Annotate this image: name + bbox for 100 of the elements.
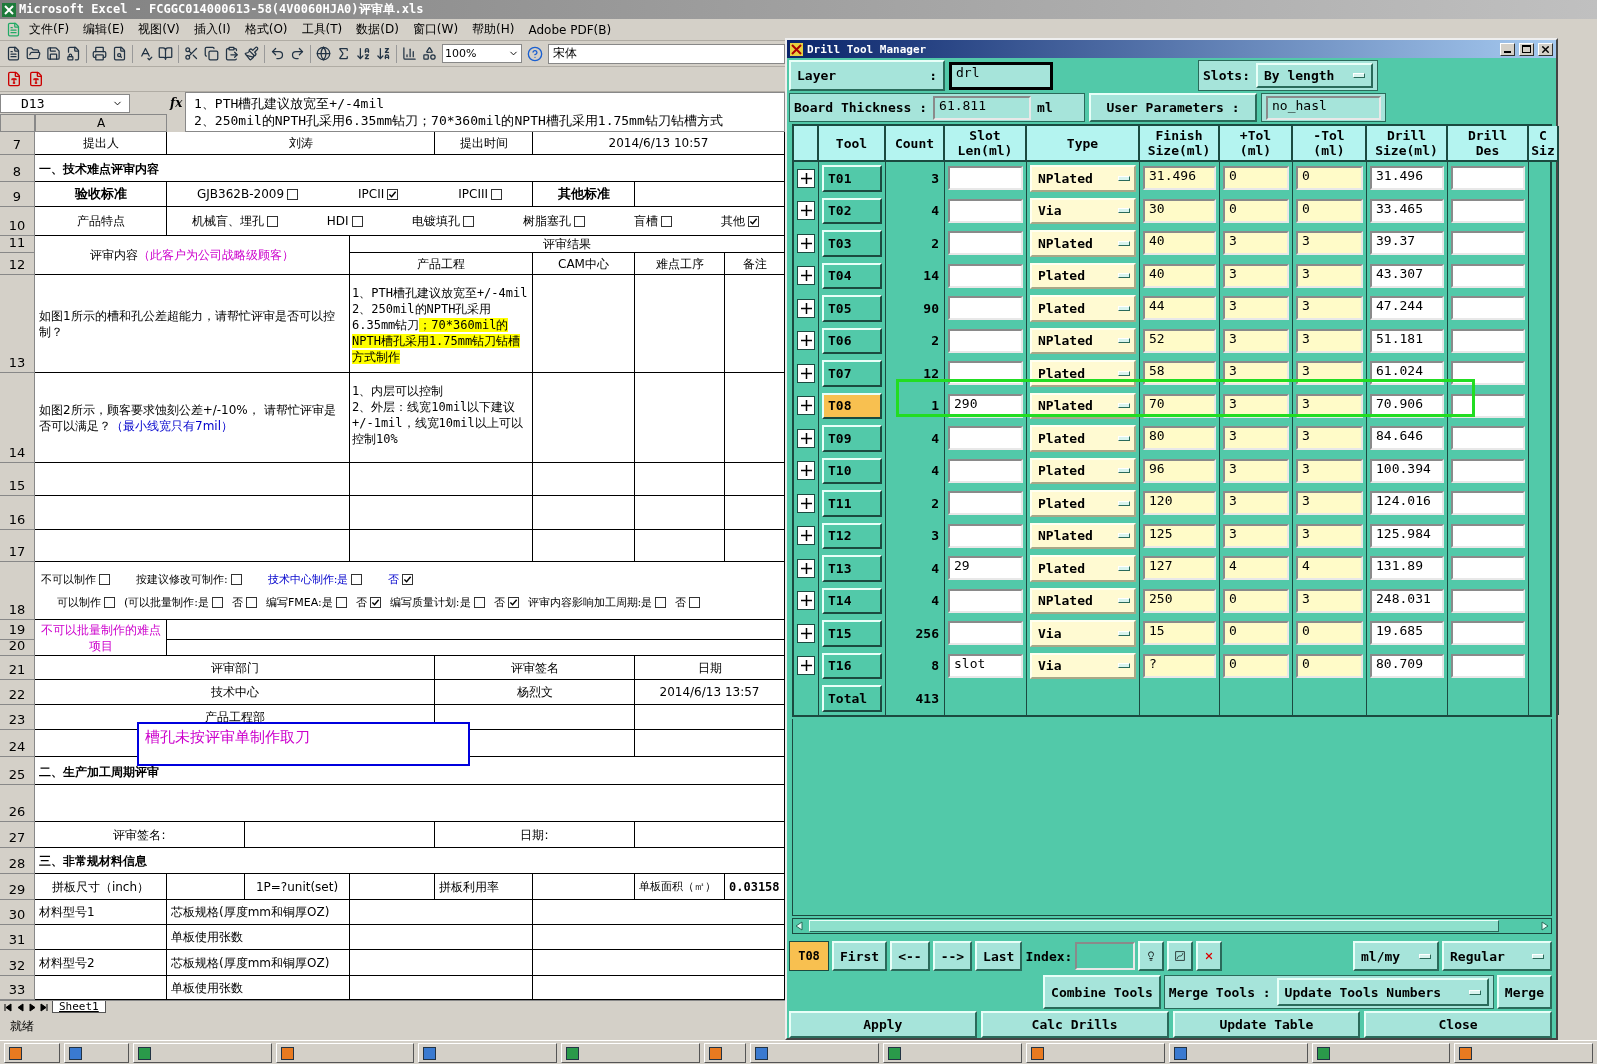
finish-size-field[interactable]: 44 bbox=[1143, 296, 1216, 321]
navigation-button[interactable]: First bbox=[832, 941, 888, 971]
slot-length-field[interactable] bbox=[948, 263, 1023, 288]
drill-description-field[interactable] bbox=[1451, 426, 1525, 451]
add-button[interactable] bbox=[797, 623, 815, 643]
plus-tolerance-field[interactable]: 0 bbox=[1223, 198, 1289, 223]
type-dropdown[interactable]: Plated bbox=[1030, 425, 1136, 452]
tool-button[interactable]: T10 bbox=[822, 457, 882, 484]
shapes-icon[interactable] bbox=[422, 46, 437, 61]
slot-length-field[interactable] bbox=[948, 198, 1023, 223]
pdf-review-icon[interactable] bbox=[28, 71, 44, 87]
slot-length-field[interactable] bbox=[948, 328, 1023, 353]
drill-description-field[interactable] bbox=[1451, 263, 1525, 288]
menu-item[interactable]: 文件(F) bbox=[23, 20, 76, 39]
sheet-tab[interactable]: Sheet1 bbox=[52, 1001, 106, 1013]
minus-tolerance-field[interactable]: 3 bbox=[1296, 458, 1363, 483]
add-button[interactable] bbox=[797, 331, 815, 351]
file-lock-icon[interactable] bbox=[66, 46, 81, 61]
type-dropdown[interactable]: Plated bbox=[1030, 360, 1136, 387]
close-button[interactable] bbox=[1538, 42, 1553, 56]
checkbox[interactable] bbox=[689, 596, 701, 608]
taskbar-button[interactable] bbox=[1311, 1043, 1451, 1063]
drill-description-field[interactable] bbox=[1451, 231, 1525, 256]
mode-dropdown[interactable]: Regular bbox=[1442, 941, 1552, 971]
checkbox[interactable] bbox=[287, 188, 299, 200]
menu-item[interactable]: 帮助(H) bbox=[466, 20, 521, 39]
plus-tolerance-field[interactable]: 0 bbox=[1223, 621, 1289, 646]
plus-tolerance-field[interactable]: 3 bbox=[1223, 458, 1289, 483]
add-button[interactable] bbox=[797, 201, 815, 221]
paste-icon[interactable] bbox=[224, 46, 239, 61]
tool-button[interactable]: T06 bbox=[822, 327, 882, 354]
minus-tolerance-field[interactable]: 3 bbox=[1296, 296, 1363, 321]
drill-description-field[interactable] bbox=[1451, 328, 1525, 353]
checkbox[interactable] bbox=[748, 215, 760, 227]
finish-size-field[interactable]: 40 bbox=[1143, 231, 1216, 256]
minus-tolerance-field[interactable]: 3 bbox=[1296, 588, 1363, 613]
tool-button[interactable]: T14 bbox=[822, 587, 882, 614]
navigation-button[interactable]: --> bbox=[932, 941, 973, 971]
checkbox[interactable] bbox=[335, 596, 347, 608]
tool-button[interactable]: T15 bbox=[822, 620, 882, 647]
merge-option-dropdown[interactable]: Update Tools Numbers bbox=[1276, 978, 1489, 1006]
pdf-icon[interactable] bbox=[6, 71, 22, 87]
minus-tolerance-field[interactable]: 0 bbox=[1296, 198, 1363, 223]
taskbar-button[interactable] bbox=[132, 1043, 272, 1063]
plus-tolerance-field[interactable]: 4 bbox=[1223, 556, 1289, 581]
plus-tolerance-field[interactable]: 3 bbox=[1223, 523, 1289, 548]
scrollbar-thumb[interactable] bbox=[809, 920, 1499, 932]
add-button[interactable] bbox=[797, 298, 815, 318]
action-button[interactable]: Update Table bbox=[1172, 1011, 1361, 1038]
plus-tolerance-field[interactable]: 3 bbox=[1223, 263, 1289, 288]
layer-field[interactable]: drl bbox=[949, 61, 1053, 90]
finish-size-field[interactable]: ? bbox=[1143, 653, 1216, 678]
type-dropdown[interactable]: Via bbox=[1030, 197, 1136, 224]
plus-tolerance-field[interactable]: 3 bbox=[1223, 426, 1289, 451]
delete-button[interactable] bbox=[1196, 941, 1223, 971]
help-icon[interactable] bbox=[527, 45, 543, 62]
drill-description-field[interactable] bbox=[1451, 621, 1525, 646]
add-button[interactable] bbox=[797, 396, 815, 416]
add-button[interactable] bbox=[797, 493, 815, 513]
slot-length-field[interactable] bbox=[948, 231, 1023, 256]
add-button[interactable] bbox=[797, 266, 815, 286]
drill-description-field[interactable] bbox=[1451, 296, 1525, 321]
drill-size-field[interactable]: 131.89 bbox=[1370, 556, 1444, 581]
type-dropdown[interactable]: Plated bbox=[1030, 555, 1136, 582]
scroll-left-icon[interactable] bbox=[793, 920, 805, 932]
plus-tolerance-field[interactable]: 3 bbox=[1223, 393, 1289, 418]
plus-tolerance-field[interactable]: 0 bbox=[1223, 653, 1289, 678]
sort-ascending-icon[interactable] bbox=[356, 46, 371, 61]
drill-size-field[interactable]: 51.181 bbox=[1370, 328, 1444, 353]
user-parameters-button[interactable]: User Parameters : bbox=[1089, 93, 1257, 122]
taskbar-button[interactable] bbox=[275, 1043, 415, 1063]
add-button[interactable] bbox=[797, 461, 815, 481]
checkbox[interactable] bbox=[104, 596, 115, 608]
drill-description-field[interactable] bbox=[1451, 361, 1525, 386]
checkbox[interactable] bbox=[351, 215, 363, 227]
add-button[interactable] bbox=[797, 526, 815, 546]
sum-icon[interactable] bbox=[336, 46, 351, 61]
add-button[interactable] bbox=[797, 363, 815, 383]
drill-size-field[interactable]: 31.496 bbox=[1370, 166, 1444, 191]
combine-tools-button[interactable]: Combine Tools bbox=[1043, 975, 1161, 1009]
plus-tolerance-field[interactable]: 3 bbox=[1223, 231, 1289, 256]
type-dropdown[interactable]: Plated bbox=[1030, 457, 1136, 484]
drill-description-field[interactable] bbox=[1451, 653, 1525, 678]
tool-button[interactable]: T04 bbox=[822, 262, 882, 289]
add-button[interactable] bbox=[797, 558, 815, 578]
taskbar-button[interactable] bbox=[4, 1043, 60, 1063]
minus-tolerance-field[interactable]: 0 bbox=[1296, 653, 1363, 678]
menu-item[interactable]: Adobe PDF(B) bbox=[522, 21, 618, 38]
curve-button[interactable] bbox=[1167, 941, 1194, 971]
menu-item[interactable]: 格式(O) bbox=[238, 20, 294, 39]
horizontal-scrollbar[interactable] bbox=[792, 918, 1552, 934]
checkbox[interactable] bbox=[402, 573, 414, 585]
chart-icon[interactable] bbox=[402, 46, 417, 61]
minus-tolerance-field[interactable]: 3 bbox=[1296, 328, 1363, 353]
add-button[interactable] bbox=[797, 168, 815, 188]
menu-item[interactable]: 工具(T) bbox=[295, 20, 349, 39]
taskbar-button[interactable] bbox=[418, 1043, 558, 1063]
checkbox[interactable] bbox=[99, 573, 110, 585]
slot-length-field[interactable] bbox=[948, 621, 1023, 646]
menu-item[interactable]: 数据(D) bbox=[350, 20, 405, 39]
